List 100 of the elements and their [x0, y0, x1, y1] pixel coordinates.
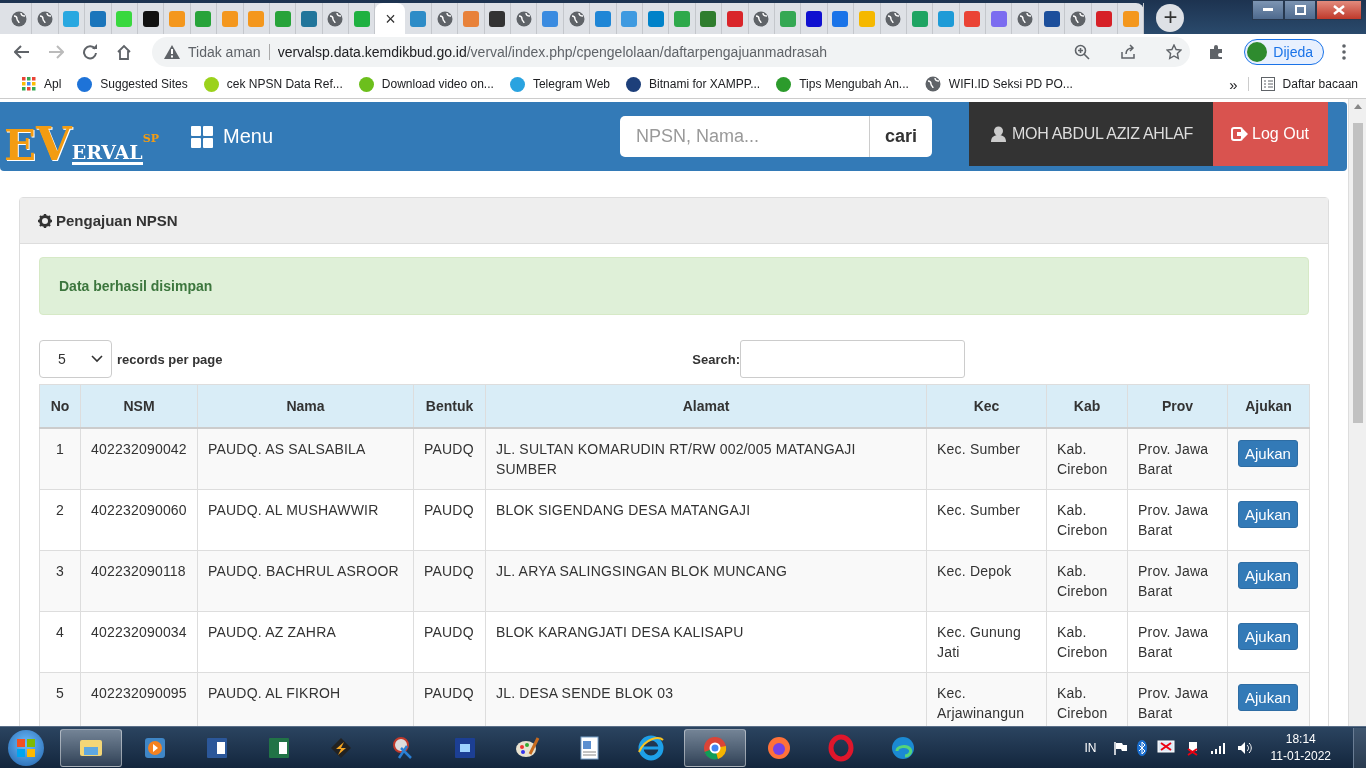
- column-header[interactable]: NSM: [80, 384, 198, 428]
- column-header[interactable]: Bentuk: [413, 384, 486, 428]
- windows-logo-icon: [17, 738, 35, 757]
- page-size-select[interactable]: 5: [39, 340, 112, 378]
- extensions-icon[interactable]: [1208, 44, 1225, 60]
- column-header[interactable]: Prov: [1127, 384, 1228, 428]
- bookmark-link[interactable]: Download video on...: [350, 76, 502, 92]
- globe-icon: [924, 76, 941, 92]
- column-header[interactable]: Ajukan: [1227, 384, 1310, 428]
- bookmark-link[interactable]: WIFI.ID Seksi PD PO...: [916, 76, 1081, 92]
- back-icon[interactable]: [14, 45, 30, 59]
- globe-icon: [1017, 10, 1034, 27]
- clock[interactable]: 18:14 11-01-2022: [1270, 730, 1331, 765]
- security-label: Tidak aman: [188, 44, 270, 60]
- column-header[interactable]: Nama: [197, 384, 414, 428]
- column-header[interactable]: Kab: [1046, 384, 1128, 428]
- bluetooth-icon[interactable]: [1136, 739, 1147, 756]
- restore-icon: [1294, 5, 1306, 15]
- globe-icon: [1069, 10, 1086, 27]
- table-search-field[interactable]: [740, 340, 965, 378]
- reading-list-button[interactable]: Daftar bacaan: [1247, 77, 1358, 91]
- user-menu[interactable]: MOH ABDUL AZIZ AHLAF: [969, 102, 1214, 166]
- app-icon: [827, 733, 855, 762]
- submit-button[interactable]: Ajukan: [1238, 501, 1298, 528]
- gear-icon: [38, 213, 52, 228]
- more-bookmarks-button[interactable]: »: [1219, 75, 1248, 93]
- table-cell: Kab. Cirebon: [1057, 441, 1108, 477]
- table-cell: PAUDQ: [424, 685, 474, 701]
- table-cell: Kec. Arjawinangun: [937, 685, 1025, 721]
- network-icon[interactable]: [1156, 739, 1175, 756]
- bookmark-link[interactable]: cek NPSN Data Ref...: [195, 76, 351, 92]
- table-cell: PAUDQ. AL MUSHAWWIR: [208, 502, 379, 518]
- avatar-icon: [1247, 42, 1268, 62]
- minimize-button[interactable]: [1252, 0, 1284, 20]
- globe-icon: [10, 10, 27, 27]
- submit-button[interactable]: Ajukan: [1238, 562, 1298, 589]
- taskbar-button[interactable]: [684, 728, 746, 767]
- apps-grid-icon: [22, 77, 36, 91]
- profile-button[interactable]: Dijeda: [1244, 39, 1324, 65]
- table-cell: PAUDQ: [424, 563, 474, 579]
- globe-icon: [753, 10, 770, 27]
- scroll-up-icon[interactable]: [1353, 104, 1362, 109]
- zoom-icon[interactable]: [1074, 44, 1091, 60]
- home-icon[interactable]: [116, 44, 132, 60]
- bookmark-link[interactable]: Suggested Sites: [69, 76, 196, 92]
- table-cell: Prov. Jawa Barat: [1138, 502, 1209, 538]
- table-cell: 4: [56, 624, 64, 640]
- logout-button[interactable]: Log Out: [1213, 102, 1328, 166]
- close-tab-icon[interactable]: ×: [385, 9, 396, 28]
- star-icon[interactable]: [1166, 44, 1183, 60]
- maximize-button[interactable]: [1284, 0, 1316, 20]
- table-cell: 402232090034: [91, 624, 187, 640]
- table-cell: Kec. Gunung Jati: [937, 624, 1021, 660]
- bookmark-link[interactable]: Tips Mengubah An...: [768, 76, 917, 92]
- close-button[interactable]: [1316, 0, 1362, 20]
- globe-icon: [436, 10, 453, 27]
- bookmark-link[interactable]: Telegram Web: [501, 76, 619, 92]
- search-field[interactable]: NPSN, Nama...: [620, 116, 870, 157]
- language-indicator[interactable]: IN: [1084, 740, 1097, 755]
- minimize-icon: [1263, 8, 1273, 12]
- scrollbar-thumb[interactable]: [1352, 123, 1363, 423]
- taskbar-button[interactable]: [60, 728, 122, 767]
- table-cell: Kec. Sumber: [937, 441, 1021, 457]
- panel-title: Pengajuan NPSN: [56, 212, 178, 229]
- user-icon: [991, 126, 1007, 142]
- table-cell: 402232090042: [91, 441, 187, 457]
- bookmark-link[interactable]: Bitnami for XAMPP...: [618, 76, 769, 92]
- menu-button[interactable]: Menu: [191, 102, 274, 171]
- start-button[interactable]: [8, 729, 44, 766]
- submit-button[interactable]: Ajukan: [1238, 623, 1298, 650]
- success-alert: Data berhasil disimpan: [39, 257, 1309, 315]
- show-desktop-button[interactable]: [1353, 727, 1366, 768]
- submit-button[interactable]: Ajukan: [1238, 440, 1298, 467]
- table-cell: JL. DESA SENDE BLOK 03: [496, 685, 674, 701]
- flag-icon[interactable]: [1112, 740, 1127, 755]
- table-cell: 402232090060: [91, 502, 187, 518]
- signal-icon[interactable]: [1210, 741, 1227, 754]
- table-cell: Prov. Jawa Barat: [1138, 441, 1209, 477]
- column-header[interactable]: No: [39, 384, 81, 428]
- bookmark-link[interactable]: Apl: [14, 77, 70, 91]
- column-header[interactable]: Kec: [926, 384, 1047, 428]
- submit-button[interactable]: Ajukan: [1238, 684, 1298, 711]
- more-icon[interactable]: [1342, 44, 1346, 60]
- table-cell: PAUDQ: [424, 624, 474, 640]
- address-bar[interactable]: Tidak aman vervalsp.data.kemdikbud.go.id/verval/index.php/cpengelolaan/daftarpengajuanmadrasah: [152, 37, 1191, 67]
- table-cell: Kec. Depok: [937, 563, 1012, 579]
- search-button[interactable]: cari: [869, 116, 933, 157]
- table-cell: PAUDQ: [424, 502, 474, 518]
- share-icon[interactable]: [1120, 44, 1137, 60]
- browser-tab[interactable]: ×: [375, 3, 406, 34]
- table-cell: JL. ARYA SALINGSINGAN BLOK MUNCANG: [496, 563, 788, 579]
- table-cell: 402232090095: [91, 685, 187, 701]
- volume-icon[interactable]: [1236, 740, 1253, 755]
- warning-icon: [164, 45, 180, 59]
- table-cell: Kab. Cirebon: [1057, 502, 1108, 538]
- new-tab-button[interactable]: +: [1156, 4, 1185, 32]
- column-header[interactable]: Alamat: [485, 384, 927, 428]
- table-cell: BLOK SIGENDANG DESA MATANGAJI: [496, 502, 751, 518]
- table-cell: 402232090118: [91, 563, 186, 579]
- reload-icon[interactable]: [82, 44, 98, 60]
